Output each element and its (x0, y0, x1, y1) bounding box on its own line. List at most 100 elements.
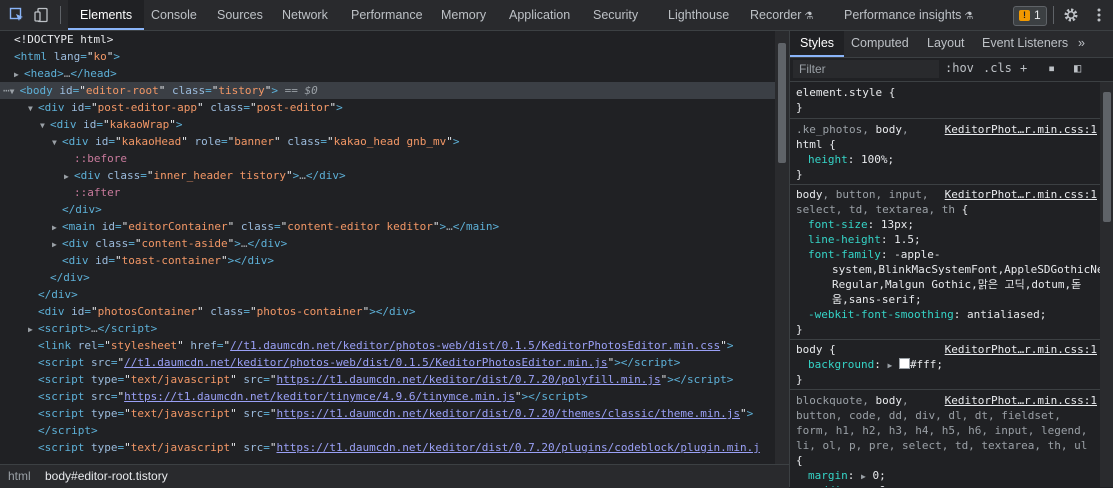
settings-gear-icon[interactable] (1063, 7, 1079, 23)
dom-node[interactable]: <div id="toast-container"></div> (0, 252, 775, 269)
rule-selector[interactable]: select, td, textarea, th { (796, 202, 968, 217)
css-declaration[interactable]: font-size: 13px; (808, 217, 914, 232)
expand-triangle-icon[interactable]: ▶ (28, 321, 38, 338)
more-tabs-icon[interactable]: » (1078, 31, 1085, 57)
rule-selector[interactable]: element.style { (796, 85, 895, 100)
color-swatch[interactable] (898, 358, 910, 369)
dom-node[interactable]: ▼ <div id="kakaoHead" role="banner" class… (0, 133, 775, 150)
dom-node[interactable]: <script src="https://t1.daumcdn.net/kedi… (0, 388, 775, 405)
dom-node[interactable]: ▶ <div class="content-aside">…</div> (0, 235, 775, 252)
collapse-triangle-icon[interactable]: ▼ (40, 117, 50, 134)
rule-selector[interactable]: button, code, dd, div, dl, dt, fieldset, (796, 408, 1061, 423)
paint-brush-icon[interactable]: ▪ (1048, 61, 1055, 75)
issues-badge[interactable]: ! 1 (1013, 6, 1047, 26)
dom-node[interactable]: ▶ <script>…</script> (0, 320, 775, 337)
devtools-toolbar: Elements Console Sources Network Perform… (0, 0, 1113, 31)
dom-node[interactable]: <script type="text/javascript" src="http… (0, 439, 775, 456)
toggle-sidebar-icon[interactable]: ◧ (1074, 61, 1081, 75)
hover-state-toggle[interactable]: :hov (945, 61, 974, 75)
class-toggle[interactable]: .cls (983, 61, 1012, 75)
dom-node[interactable]: ▶ <main id="editorContainer" class="conte… (0, 218, 775, 235)
styles-scrollbar[interactable] (1100, 82, 1113, 487)
dom-node[interactable]: ▶ <head>…</head> (0, 65, 775, 82)
rule-selector[interactable]: form, h1, h2, h3, h4, h5, h6, input, leg… (796, 423, 1087, 438)
expand-triangle-icon[interactable]: ▶ (52, 236, 62, 253)
css-declaration[interactable]: margin: ▶ 0; (808, 468, 886, 483)
tab-application[interactable]: Application (509, 0, 570, 30)
rule-source-link[interactable]: KeditorPhot…r.min.css:1 (790, 342, 1097, 357)
css-value-continued: 움,sans-serif; (832, 293, 922, 306)
collapse-triangle-icon[interactable]: ▼ (28, 100, 38, 117)
dom-node[interactable]: <!DOCTYPE html> (0, 31, 775, 48)
new-rule-button[interactable]: + (1020, 61, 1027, 75)
dom-node[interactable]: </div> (0, 201, 775, 218)
dom-node[interactable]: <html lang="ko"> (0, 48, 775, 65)
issue-warning-icon: ! (1019, 10, 1030, 21)
dom-node[interactable]: ▶ <div class="inner_header tistory">…</di… (0, 167, 775, 184)
dom-node[interactable]: ▼ <div id="kakaoWrap"> (0, 116, 775, 133)
dom-node[interactable]: <script type="text/javascript" src="http… (0, 371, 775, 388)
scrollbar-thumb[interactable] (1103, 92, 1111, 222)
dom-node-selected[interactable]: ⋯▼ <body id="editor-root" class="tistory"… (0, 82, 775, 99)
rule-source-link[interactable]: KeditorPhot…r.min.css:1 (790, 393, 1097, 408)
tab-performance[interactable]: Performance (351, 0, 423, 30)
dom-scrollbar[interactable] (775, 31, 789, 487)
tab-layout[interactable]: Layout (927, 31, 965, 57)
tab-elements[interactable]: Elements (68, 0, 145, 30)
collapse-triangle-icon[interactable]: ▼ (52, 134, 62, 151)
expand-triangle-icon[interactable]: ▶ (14, 66, 24, 83)
css-declaration[interactable]: -webkit-font-smoothing: antialiased; (808, 307, 1046, 322)
dom-node[interactable]: </script> (0, 422, 775, 439)
css-declaration[interactable]: padding: ▶ 0; (808, 483, 892, 487)
css-value-continued: Regular,Malgun Gothic,맑은 고딕,dotum,돋 (832, 278, 1082, 291)
dom-node[interactable]: <div id="photosContainer" class="photos-… (0, 303, 775, 320)
tab-network[interactable]: Network (282, 0, 328, 30)
dom-node[interactable]: ::after (0, 184, 775, 201)
collapse-triangle-icon[interactable]: ▼ (10, 83, 20, 100)
tab-performance-insights[interactable]: Performance insights ⚗ (844, 0, 973, 30)
rule-divider (790, 339, 1100, 340)
css-declaration[interactable]: line-height: 1.5; (808, 232, 921, 247)
tab-computed[interactable]: Computed (851, 31, 909, 57)
rule-divider (790, 118, 1100, 119)
tab-recorder-label: Recorder (750, 8, 802, 22)
styles-filter-input[interactable]: Filter (793, 60, 939, 78)
expand-triangle-icon[interactable]: ▶ (52, 219, 62, 236)
tab-styles[interactable]: Styles (790, 31, 845, 57)
rule-source-link[interactable]: KeditorPhot…r.min.css:1 (790, 187, 1097, 202)
rule-source-link[interactable]: KeditorPhot…r.min.css:1 (790, 122, 1097, 137)
css-declaration[interactable]: background: ▶ #fff; (808, 357, 943, 372)
expand-triangle-icon[interactable]: ▶ (64, 168, 74, 185)
breadcrumb: html body#editor-root.tistory (0, 464, 789, 488)
more-options-icon[interactable] (1091, 7, 1107, 23)
breadcrumb-body[interactable]: body#editor-root.tistory (45, 469, 168, 483)
breadcrumb-html[interactable]: html (8, 469, 31, 483)
rule-selector[interactable]: li, ol, p, pre, select, td, textarea, th… (796, 438, 1087, 453)
tab-console[interactable]: Console (151, 0, 197, 30)
tab-sources[interactable]: Sources (217, 0, 263, 30)
inspect-element-icon[interactable] (9, 7, 25, 23)
tab-lighthouse[interactable]: Lighthouse (668, 0, 729, 30)
dom-node[interactable]: <script src="//t1.daumcdn.net/keditor/ph… (0, 354, 775, 371)
styles-filter-bar: Filter :hov .cls + ▪ ◧ (790, 58, 1113, 82)
device-toolbar-icon[interactable] (34, 7, 50, 23)
dom-node[interactable]: ▼ <div id="post-editor-app" class="post-e… (0, 99, 775, 116)
rule-divider (790, 389, 1100, 390)
tab-memory[interactable]: Memory (441, 0, 486, 30)
tab-performance-insights-label: Performance insights (844, 8, 962, 22)
dom-node[interactable]: </div> (0, 286, 775, 303)
dom-node[interactable]: <link rel="stylesheet" href="//t1.daumcd… (0, 337, 775, 354)
rule-divider (790, 184, 1100, 185)
dom-node[interactable]: </div> (0, 269, 775, 286)
css-declaration[interactable]: font-family: -apple- (808, 247, 940, 262)
tab-event-listeners[interactable]: Event Listeners (982, 31, 1068, 57)
dom-node[interactable]: <script type="text/javascript" src="http… (0, 405, 775, 422)
rule-selector[interactable]: html { (796, 137, 836, 152)
tab-recorder[interactable]: Recorder ⚗ (750, 0, 813, 30)
dom-node[interactable]: ::before (0, 150, 775, 167)
scrollbar-thumb[interactable] (778, 43, 786, 163)
css-declaration[interactable]: height: 100%; (808, 152, 894, 167)
sidebar-tabs: Styles Computed Layout Event Listeners » (790, 31, 1113, 58)
tab-security[interactable]: Security (593, 0, 638, 30)
rule-close: } (796, 101, 803, 114)
